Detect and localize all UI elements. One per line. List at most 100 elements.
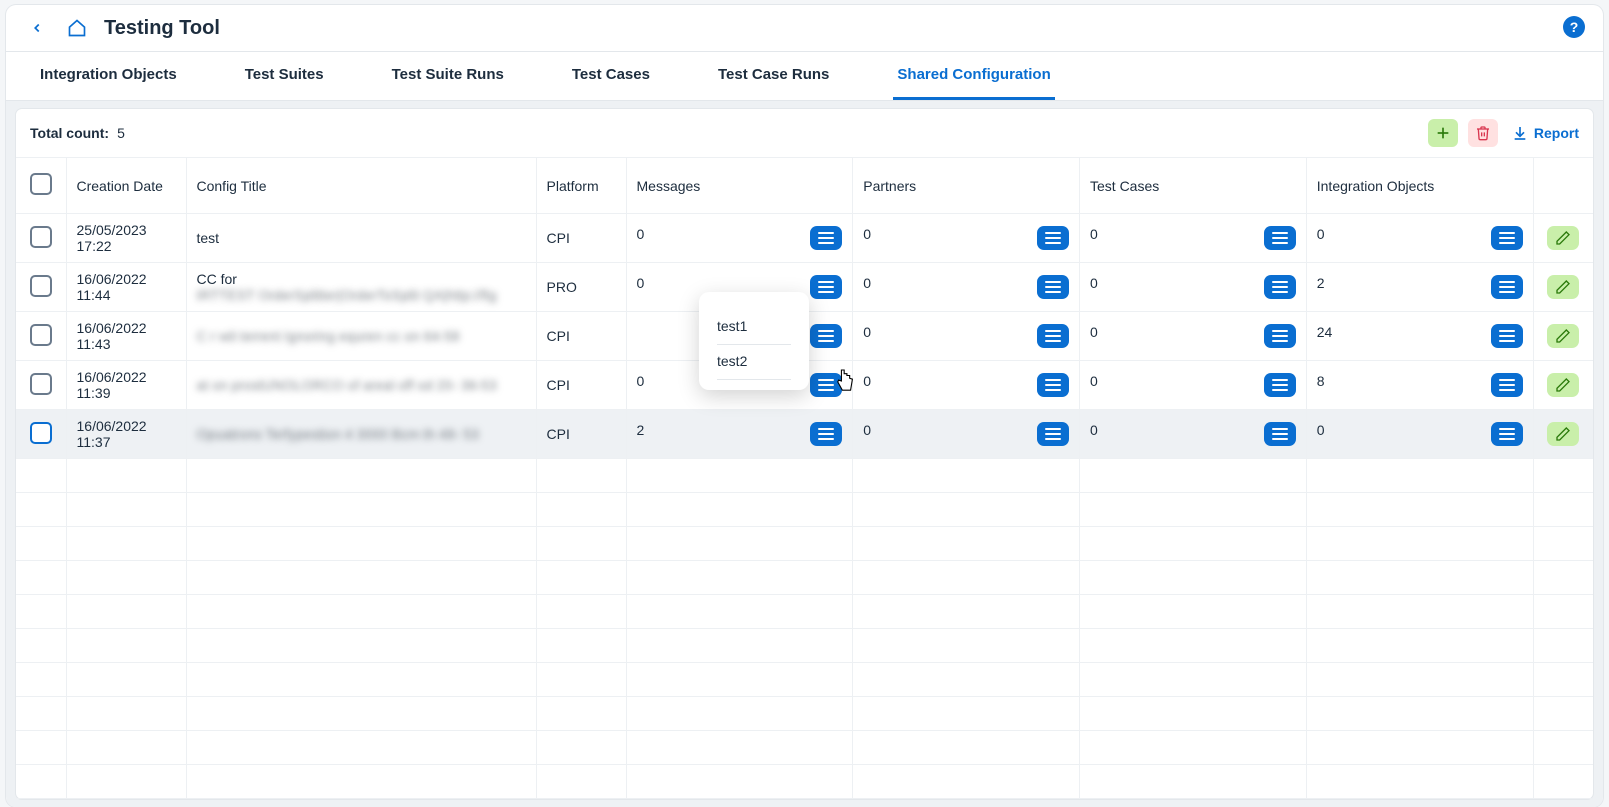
edit-button[interactable] xyxy=(1547,275,1579,299)
col-partners[interactable]: Partners xyxy=(853,158,1080,214)
col-integration-objects[interactable]: Integration Objects xyxy=(1306,158,1533,214)
edit-button[interactable] xyxy=(1547,324,1579,348)
delete-button[interactable] xyxy=(1468,119,1498,147)
partners-count: 0 xyxy=(863,324,871,340)
col-config-title[interactable]: Config Title xyxy=(186,158,536,214)
partners-count: 0 xyxy=(863,275,871,291)
col-test-cases[interactable]: Test Cases xyxy=(1080,158,1307,214)
integration-objects-count: 2 xyxy=(1317,275,1325,291)
test-cases-list-button[interactable] xyxy=(1264,422,1296,446)
popover-item[interactable]: test2 xyxy=(717,345,791,380)
partners-count: 0 xyxy=(863,373,871,389)
integration-objects-list-button[interactable] xyxy=(1491,373,1523,397)
empty-row xyxy=(16,731,1593,765)
config-title-blurred: C r wit terrent Ignoring equren cc on 64… xyxy=(197,328,460,344)
table-row[interactable]: 25/05/2023 17:22testCPI0000 xyxy=(16,214,1593,263)
row-checkbox[interactable] xyxy=(30,275,52,297)
platform: CPI xyxy=(536,312,626,361)
messages-list-button[interactable] xyxy=(810,324,842,348)
test-cases-count: 0 xyxy=(1090,324,1098,340)
partners-list-button[interactable] xyxy=(1037,275,1069,299)
creation-date: 25/05/2023 17:22 xyxy=(66,214,186,263)
integration-objects-list-button[interactable] xyxy=(1491,422,1523,446)
integration-objects-list-button[interactable] xyxy=(1491,324,1523,348)
home-button[interactable] xyxy=(64,15,90,41)
cursor-pointer-overlay xyxy=(835,368,857,394)
edit-button[interactable] xyxy=(1547,373,1579,397)
empty-row xyxy=(16,765,1593,799)
partners-count: 0 xyxy=(863,226,871,242)
empty-row xyxy=(16,561,1593,595)
total-count-value: 5 xyxy=(117,125,125,141)
test-cases-count: 0 xyxy=(1090,226,1098,242)
empty-row xyxy=(16,629,1593,663)
test-cases-list-button[interactable] xyxy=(1264,324,1296,348)
col-platform[interactable]: Platform xyxy=(536,158,626,214)
test-cases-count: 0 xyxy=(1090,422,1098,438)
edit-button[interactable] xyxy=(1547,422,1579,446)
edit-button[interactable] xyxy=(1547,226,1579,250)
tab-shared-configuration[interactable]: Shared Configuration xyxy=(893,52,1054,100)
row-checkbox[interactable] xyxy=(30,324,52,346)
messages-count: 0 xyxy=(637,275,645,291)
partners-count: 0 xyxy=(863,422,871,438)
messages-count: 2 xyxy=(637,422,645,438)
platform: CPI xyxy=(536,361,626,410)
platform: CPI xyxy=(536,410,626,459)
creation-date: 16/06/2022 11:43 xyxy=(66,312,186,361)
messages-list-button[interactable] xyxy=(810,275,842,299)
row-checkbox[interactable] xyxy=(30,422,52,444)
test-cases-count: 0 xyxy=(1090,275,1098,291)
tab-test-case-runs[interactable]: Test Case Runs xyxy=(714,52,833,100)
integration-objects-count: 24 xyxy=(1317,324,1333,340)
partners-list-button[interactable] xyxy=(1037,226,1069,250)
tab-test-suites[interactable]: Test Suites xyxy=(241,52,328,100)
test-cases-list-button[interactable] xyxy=(1264,373,1296,397)
tab-test-suite-runs[interactable]: Test Suite Runs xyxy=(388,52,508,100)
integration-objects-list-button[interactable] xyxy=(1491,275,1523,299)
config-title-blurred: at on prostUNOLORCO of areal off od 20- … xyxy=(197,377,497,393)
col-creation-date[interactable]: Creation Date xyxy=(66,158,186,214)
test-cases-list-button[interactable] xyxy=(1264,226,1296,250)
integration-objects-count: 0 xyxy=(1317,226,1325,242)
tab-integration-objects[interactable]: Integration Objects xyxy=(36,52,181,100)
config-title-blurred: IRTTEST OrderSplitter|OrderToSplit QA|ht… xyxy=(197,287,497,303)
report-button[interactable]: Report xyxy=(1512,125,1579,141)
messages-count: 0 xyxy=(637,226,645,242)
integration-objects-list-button[interactable] xyxy=(1491,226,1523,250)
config-title: test xyxy=(197,230,220,246)
page-title: Testing Tool xyxy=(104,17,220,40)
col-messages[interactable]: Messages xyxy=(626,158,853,214)
row-checkbox[interactable] xyxy=(30,373,52,395)
messages-popover: test1test2 xyxy=(699,292,809,390)
integration-objects-count: 8 xyxy=(1317,373,1325,389)
partners-list-button[interactable] xyxy=(1037,324,1069,348)
empty-row xyxy=(16,595,1593,629)
empty-row xyxy=(16,527,1593,561)
help-button[interactable]: ? xyxy=(1563,16,1585,38)
creation-date: 16/06/2022 11:37 xyxy=(66,410,186,459)
select-all-checkbox[interactable] xyxy=(30,173,52,195)
add-button[interactable] xyxy=(1428,119,1458,147)
empty-row xyxy=(16,459,1593,493)
empty-row xyxy=(16,697,1593,731)
partners-list-button[interactable] xyxy=(1037,373,1069,397)
integration-objects-count: 0 xyxy=(1317,422,1325,438)
empty-row xyxy=(16,663,1593,697)
messages-count: 0 xyxy=(637,373,645,389)
messages-list-button[interactable] xyxy=(810,226,842,250)
creation-date: 16/06/2022 11:44 xyxy=(66,263,186,312)
test-cases-list-button[interactable] xyxy=(1264,275,1296,299)
table-row[interactable]: 16/06/2022 11:37Opuatrons Terfypestion 4… xyxy=(16,410,1593,459)
partners-list-button[interactable] xyxy=(1037,422,1069,446)
report-label: Report xyxy=(1534,125,1579,141)
creation-date: 16/06/2022 11:39 xyxy=(66,361,186,410)
total-count-label: Total count: xyxy=(30,125,109,141)
test-cases-count: 0 xyxy=(1090,373,1098,389)
messages-list-button[interactable] xyxy=(810,422,842,446)
tab-test-cases[interactable]: Test Cases xyxy=(568,52,654,100)
row-checkbox[interactable] xyxy=(30,226,52,248)
popover-item[interactable]: test1 xyxy=(717,310,791,345)
back-button[interactable] xyxy=(24,15,50,41)
config-title: CC for xyxy=(197,271,237,287)
